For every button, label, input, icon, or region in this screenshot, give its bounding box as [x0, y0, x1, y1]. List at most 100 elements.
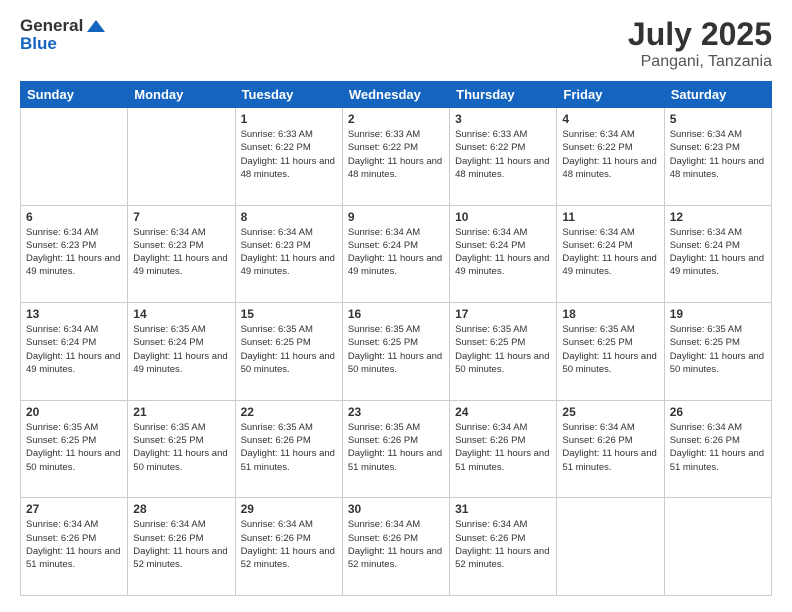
- calendar-cell: 19 Sunrise: 6:35 AMSunset: 6:25 PMDayligh…: [664, 303, 771, 401]
- day-number: 2: [348, 112, 444, 126]
- cell-content: Sunrise: 6:34 AMSunset: 6:24 PMDaylight:…: [455, 226, 551, 279]
- calendar-cell: 13 Sunrise: 6:34 AMSunset: 6:24 PMDayligh…: [21, 303, 128, 401]
- calendar-cell: 3 Sunrise: 6:33 AMSunset: 6:22 PMDaylight…: [450, 108, 557, 206]
- cell-content: Sunrise: 6:34 AMSunset: 6:24 PMDaylight:…: [562, 226, 658, 279]
- day-number: 21: [133, 405, 229, 419]
- day-number: 5: [670, 112, 766, 126]
- calendar-cell: [21, 108, 128, 206]
- calendar-cell: 31Sunrise: 6:34 AMSunset: 6:26 PMDayligh…: [450, 498, 557, 596]
- calendar-cell: 14 Sunrise: 6:35 AMSunset: 6:24 PMDayligh…: [128, 303, 235, 401]
- day-number: 23: [348, 405, 444, 419]
- day-number: 18: [562, 307, 658, 321]
- calendar-cell: 18 Sunrise: 6:35 AMSunset: 6:25 PMDayligh…: [557, 303, 664, 401]
- cell-content: Sunrise: 6:34 AMSunset: 6:23 PMDaylight:…: [670, 128, 766, 181]
- cell-content: Sunrise: 6:35 AMSunset: 6:24 PMDaylight:…: [133, 323, 229, 376]
- calendar-cell: 28Sunrise: 6:34 AMSunset: 6:26 PMDayligh…: [128, 498, 235, 596]
- calendar-cell: [557, 498, 664, 596]
- day-number: 13: [26, 307, 122, 321]
- logo: General Blue: [20, 16, 105, 54]
- cell-content: Sunrise: 6:34 AMSunset: 6:26 PMDaylight:…: [241, 518, 337, 571]
- cell-content: Sunrise: 6:34 AMSunset: 6:24 PMDaylight:…: [670, 226, 766, 279]
- day-of-week-header: Wednesday: [342, 82, 449, 108]
- calendar-cell: [128, 108, 235, 206]
- calendar-cell: 30 Sunrise: 6:34 AMSunset: 6:26 PMDayligh…: [342, 498, 449, 596]
- calendar-cell: 16Sunrise: 6:35 AMSunset: 6:25 PMDayligh…: [342, 303, 449, 401]
- day-number: 27: [26, 502, 122, 516]
- calendar-cell: 15 Sunrise: 6:35 AMSunset: 6:25 PMDayligh…: [235, 303, 342, 401]
- cell-content: Sunrise: 6:35 AMSunset: 6:25 PMDaylight:…: [670, 323, 766, 376]
- cell-content: Sunrise: 6:35 AMSunset: 6:26 PMDaylight:…: [348, 421, 444, 474]
- calendar-cell: 5 Sunrise: 6:34 AMSunset: 6:23 PMDaylight…: [664, 108, 771, 206]
- calendar-cell: 22 Sunrise: 6:35 AMSunset: 6:26 PMDayligh…: [235, 400, 342, 498]
- day-number: 9: [348, 210, 444, 224]
- cell-content: Sunrise: 6:33 AMSunset: 6:22 PMDaylight:…: [348, 128, 444, 181]
- day-number: 15: [241, 307, 337, 321]
- cell-content: Sunrise: 6:34 AMSunset: 6:26 PMDaylight:…: [26, 518, 122, 571]
- cell-content: Sunrise: 6:35 AMSunset: 6:26 PMDaylight:…: [241, 421, 337, 474]
- calendar-cell: 1 Sunrise: 6:33 AMSunset: 6:22 PMDaylight…: [235, 108, 342, 206]
- day-number: 4: [562, 112, 658, 126]
- cell-content: Sunrise: 6:34 AMSunset: 6:26 PMDaylight:…: [455, 518, 551, 571]
- calendar-cell: 23 Sunrise: 6:35 AMSunset: 6:26 PMDayligh…: [342, 400, 449, 498]
- day-of-week-header: Friday: [557, 82, 664, 108]
- day-number: 1: [241, 112, 337, 126]
- day-number: 14: [133, 307, 229, 321]
- day-number: 25: [562, 405, 658, 419]
- cell-content: Sunrise: 6:35 AMSunset: 6:25 PMDaylight:…: [455, 323, 551, 376]
- calendar-cell: [664, 498, 771, 596]
- day-number: 20: [26, 405, 122, 419]
- calendar-cell: 29 Sunrise: 6:34 AMSunset: 6:26 PMDayligh…: [235, 498, 342, 596]
- calendar-cell: 27 Sunrise: 6:34 AMSunset: 6:26 PMDayligh…: [21, 498, 128, 596]
- title-block: July 2025 Pangani, Tanzania: [628, 16, 772, 71]
- day-number: 12: [670, 210, 766, 224]
- cell-content: Sunrise: 6:34 AMSunset: 6:26 PMDaylight:…: [133, 518, 229, 571]
- cell-content: Sunrise: 6:35 AMSunset: 6:25 PMDaylight:…: [241, 323, 337, 376]
- calendar-cell: 21 Sunrise: 6:35 AMSunset: 6:25 PMDayligh…: [128, 400, 235, 498]
- day-of-week-header: Sunday: [21, 82, 128, 108]
- day-number: 24: [455, 405, 551, 419]
- calendar-cell: 25Sunrise: 6:34 AMSunset: 6:26 PMDayligh…: [557, 400, 664, 498]
- day-number: 8: [241, 210, 337, 224]
- calendar-cell: 6Sunrise: 6:34 AMSunset: 6:23 PMDaylight…: [21, 205, 128, 303]
- cell-content: Sunrise: 6:35 AMSunset: 6:25 PMDaylight:…: [26, 421, 122, 474]
- cell-content: Sunrise: 6:34 AMSunset: 6:26 PMDaylight:…: [455, 421, 551, 474]
- cell-content: Sunrise: 6:34 AMSunset: 6:23 PMDaylight:…: [26, 226, 122, 279]
- calendar-cell: 8 Sunrise: 6:34 AMSunset: 6:23 PMDaylight…: [235, 205, 342, 303]
- day-number: 3: [455, 112, 551, 126]
- day-of-week-header: Tuesday: [235, 82, 342, 108]
- cell-content: Sunrise: 6:35 AMSunset: 6:25 PMDaylight:…: [562, 323, 658, 376]
- calendar-cell: 11Sunrise: 6:34 AMSunset: 6:24 PMDayligh…: [557, 205, 664, 303]
- cell-content: Sunrise: 6:33 AMSunset: 6:22 PMDaylight:…: [241, 128, 337, 181]
- calendar-cell: 4 Sunrise: 6:34 AMSunset: 6:22 PMDaylight…: [557, 108, 664, 206]
- cell-content: Sunrise: 6:34 AMSunset: 6:23 PMDaylight:…: [133, 226, 229, 279]
- day-number: 7: [133, 210, 229, 224]
- page: General Blue July 2025 Pangani, Tanzania…: [0, 0, 792, 612]
- day-of-week-header: Monday: [128, 82, 235, 108]
- day-of-week-header: Thursday: [450, 82, 557, 108]
- cell-content: Sunrise: 6:34 AMSunset: 6:22 PMDaylight:…: [562, 128, 658, 181]
- month-year: July 2025: [628, 16, 772, 53]
- day-number: 30: [348, 502, 444, 516]
- cell-content: Sunrise: 6:34 AMSunset: 6:24 PMDaylight:…: [348, 226, 444, 279]
- calendar-cell: 20 Sunrise: 6:35 AMSunset: 6:25 PMDayligh…: [21, 400, 128, 498]
- cell-content: Sunrise: 6:34 AMSunset: 6:26 PMDaylight:…: [670, 421, 766, 474]
- cell-content: Sunrise: 6:34 AMSunset: 6:24 PMDaylight:…: [26, 323, 122, 376]
- day-number: 22: [241, 405, 337, 419]
- cell-content: Sunrise: 6:33 AMSunset: 6:22 PMDaylight:…: [455, 128, 551, 181]
- calendar-cell: 10Sunrise: 6:34 AMSunset: 6:24 PMDayligh…: [450, 205, 557, 303]
- day-of-week-header: Saturday: [664, 82, 771, 108]
- day-number: 19: [670, 307, 766, 321]
- cell-content: Sunrise: 6:34 AMSunset: 6:26 PMDaylight:…: [348, 518, 444, 571]
- day-number: 26: [670, 405, 766, 419]
- logo-blue: Blue: [20, 34, 57, 54]
- header: General Blue July 2025 Pangani, Tanzania: [20, 16, 772, 71]
- location: Pangani, Tanzania: [628, 53, 772, 71]
- cell-content: Sunrise: 6:34 AMSunset: 6:23 PMDaylight:…: [241, 226, 337, 279]
- day-number: 29: [241, 502, 337, 516]
- calendar-cell: 9 Sunrise: 6:34 AMSunset: 6:24 PMDaylight…: [342, 205, 449, 303]
- logo-general: General: [20, 16, 83, 36]
- calendar-cell: 12 Sunrise: 6:34 AMSunset: 6:24 PMDayligh…: [664, 205, 771, 303]
- cell-content: Sunrise: 6:35 AMSunset: 6:25 PMDaylight:…: [133, 421, 229, 474]
- calendar-cell: 26 Sunrise: 6:34 AMSunset: 6:26 PMDayligh…: [664, 400, 771, 498]
- calendar-cell: 17Sunrise: 6:35 AMSunset: 6:25 PMDayligh…: [450, 303, 557, 401]
